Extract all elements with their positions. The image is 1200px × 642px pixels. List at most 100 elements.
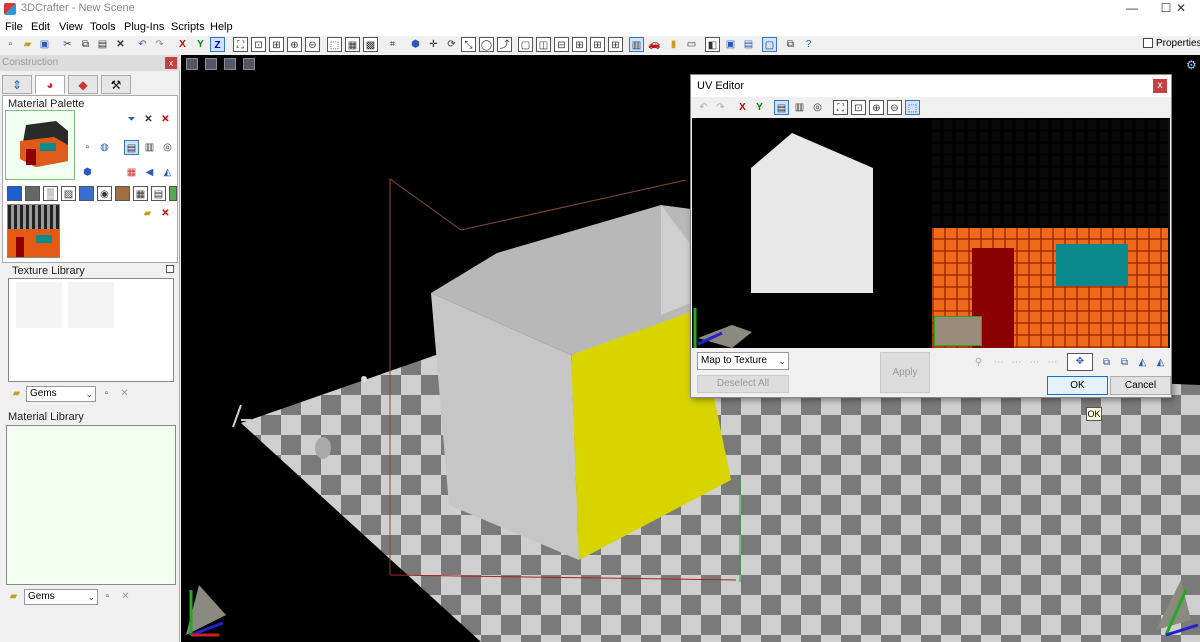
- view-three-icon[interactable]: ⊞: [572, 37, 587, 52]
- uv-stack-icon[interactable]: ⧉: [1099, 355, 1114, 370]
- properties-button[interactable]: Properties|: [1156, 38, 1200, 49]
- view-quad-icon[interactable]: ⊞: [608, 37, 623, 52]
- deselect-all-button[interactable]: Deselect All: [697, 375, 789, 393]
- undo-icon[interactable]: ↶: [135, 37, 150, 52]
- copy-icon[interactable]: ⧉: [78, 37, 93, 52]
- uv-fit-icon[interactable]: ⛶: [833, 100, 848, 115]
- texture-library-expand-icon[interactable]: [166, 265, 174, 273]
- save-icon[interactable]: ▣: [37, 37, 52, 52]
- material-library-select[interactable]: Gems ⌄: [24, 589, 98, 605]
- view-single-icon[interactable]: ▢: [518, 37, 533, 52]
- uv-redo-icon[interactable]: ↷: [713, 100, 728, 115]
- uv-flip-y-button[interactable]: Y: [752, 100, 767, 115]
- rotate-icon[interactable]: ⟳: [444, 37, 459, 52]
- move-icon[interactable]: ✛: [426, 37, 441, 52]
- close-construction-icon[interactable]: x: [165, 57, 177, 69]
- uv-mirror-alt-icon[interactable]: ◭: [1153, 355, 1168, 370]
- channel-grid-icon[interactable]: [79, 186, 94, 201]
- uv-weld-icon[interactable]: ⚲: [971, 355, 986, 370]
- texture-library-list[interactable]: [8, 278, 174, 382]
- bottle-icon[interactable]: ▮: [666, 37, 681, 52]
- menu-help[interactable]: Help: [210, 21, 233, 33]
- delete-material-icon[interactable]: ✕: [141, 112, 156, 127]
- menu-plug-ins[interactable]: Plug-Ins: [124, 21, 164, 33]
- cube-icon[interactable]: ⬢: [408, 37, 423, 52]
- material-preview[interactable]: [5, 110, 75, 180]
- uv-stack-alt-icon[interactable]: ⧉: [1117, 355, 1132, 370]
- menu-tools[interactable]: Tools: [90, 21, 116, 33]
- view-hsplit-icon[interactable]: ⊟: [554, 37, 569, 52]
- delete-texture-icon[interactable]: ✕: [117, 386, 132, 401]
- uv-mirror-icon[interactable]: ◭: [1135, 355, 1150, 370]
- channel-color-icon[interactable]: [7, 186, 22, 201]
- panel-toggle-icon[interactable]: ▢: [762, 37, 777, 52]
- material-layers-icon[interactable]: ▤: [124, 140, 139, 155]
- new-material-icon[interactable]: ▫: [80, 140, 95, 155]
- cut-icon[interactable]: ✂: [60, 37, 75, 52]
- channel-more-icon[interactable]: [169, 186, 177, 201]
- triangle-icon[interactable]: ◭: [160, 165, 175, 180]
- ok-button[interactable]: OK: [1047, 376, 1108, 395]
- delete-icon[interactable]: ✕: [113, 37, 128, 52]
- material-library-list[interactable]: [6, 425, 176, 585]
- new-material-library-icon[interactable]: ▫: [100, 589, 115, 604]
- light-icon[interactable]: ◯: [479, 37, 494, 52]
- open-folder-icon[interactable]: ▰: [20, 37, 35, 52]
- render-icon[interactable]: ▭: [684, 37, 699, 52]
- viewport-layout-icon[interactable]: [205, 58, 217, 70]
- cube-preview-icon[interactable]: ⬢: [80, 165, 95, 180]
- texture-mode-icon[interactable]: ▥: [629, 37, 644, 52]
- uv-align-left-icon[interactable]: ⋯: [991, 355, 1006, 370]
- uv-align-right-icon[interactable]: ⋯: [1027, 355, 1042, 370]
- remove-texture-icon[interactable]: ✕: [158, 206, 173, 221]
- select-group-icon[interactable]: ▩: [363, 37, 378, 52]
- uv-zoom-out-icon[interactable]: ⊖: [887, 100, 902, 115]
- viewport-settings-icon[interactable]: ⚙: [1186, 58, 1197, 72]
- uv-zoom-selected-icon[interactable]: ⊡: [851, 100, 866, 115]
- material-cylinder-icon[interactable]: ▥: [142, 140, 157, 155]
- tab-materials[interactable]: ◕: [35, 75, 65, 94]
- uv-move-arrows-icon[interactable]: ✥: [1067, 353, 1093, 371]
- uv-mapping-select[interactable]: Map to Texture ⌄: [697, 352, 789, 370]
- viewport-camera-icon[interactable]: [224, 58, 236, 70]
- new-file-icon[interactable]: ▫: [3, 37, 18, 52]
- view-vsplit-icon[interactable]: ◫: [536, 37, 551, 52]
- new-texture-icon[interactable]: ▫: [99, 386, 114, 401]
- viewport-options-icon[interactable]: [243, 58, 255, 70]
- material-sphere-icon[interactable]: ◍: [97, 140, 112, 155]
- zoom-in-icon[interactable]: ⊕: [287, 37, 302, 52]
- open-texture-icon[interactable]: ▰: [140, 206, 155, 221]
- material-reset-icon[interactable]: ◎: [160, 140, 175, 155]
- filter-icon[interactable]: ⏷: [124, 112, 139, 127]
- objects-icon[interactable]: ⧉: [783, 37, 798, 52]
- uv-zoom-in-icon[interactable]: ⊕: [869, 100, 884, 115]
- uv-align-center-icon[interactable]: ⋯: [1009, 355, 1024, 370]
- channel-bump-icon[interactable]: ▨: [61, 186, 76, 201]
- apply-button[interactable]: Apply: [880, 352, 930, 393]
- menu-view[interactable]: View: [59, 21, 83, 33]
- uv-zoom-all-icon[interactable]: ⬚: [905, 100, 920, 115]
- select-object-icon[interactable]: ⬚: [327, 37, 342, 52]
- uv-align-icon[interactable]: ⋯: [1045, 355, 1060, 370]
- material-icon[interactable]: ▣: [723, 37, 738, 52]
- uv-undo-icon[interactable]: ↶: [696, 100, 711, 115]
- texture-icon[interactable]: ▤: [741, 37, 756, 52]
- close-button[interactable]: ✕: [1162, 0, 1200, 18]
- channel-lines-icon[interactable]: ▤: [151, 186, 166, 201]
- channel-noise-icon[interactable]: [25, 186, 40, 201]
- panel-left-icon[interactable]: ◧: [705, 37, 720, 52]
- texture-thumbnail[interactable]: [7, 204, 60, 258]
- view-three-alt-icon[interactable]: ⊞: [590, 37, 605, 52]
- channel-dither-icon[interactable]: ▒: [43, 186, 58, 201]
- properties-icon[interactable]: [1143, 38, 1153, 48]
- remove-material-icon[interactable]: ✕: [158, 112, 173, 127]
- zoom-selected-icon[interactable]: ⊡: [251, 37, 266, 52]
- menu-scripts[interactable]: Scripts: [171, 21, 205, 33]
- render-car-icon[interactable]: 🚗: [647, 37, 662, 52]
- redo-icon[interactable]: ↷: [152, 37, 167, 52]
- uv-flip-x-button[interactable]: X: [735, 100, 750, 115]
- channel-wood-icon[interactable]: [115, 186, 130, 201]
- triangle-left-icon[interactable]: ◀: [142, 165, 157, 180]
- select-face-icon[interactable]: ▦: [345, 37, 360, 52]
- path-icon[interactable]: ⤴: [497, 37, 512, 52]
